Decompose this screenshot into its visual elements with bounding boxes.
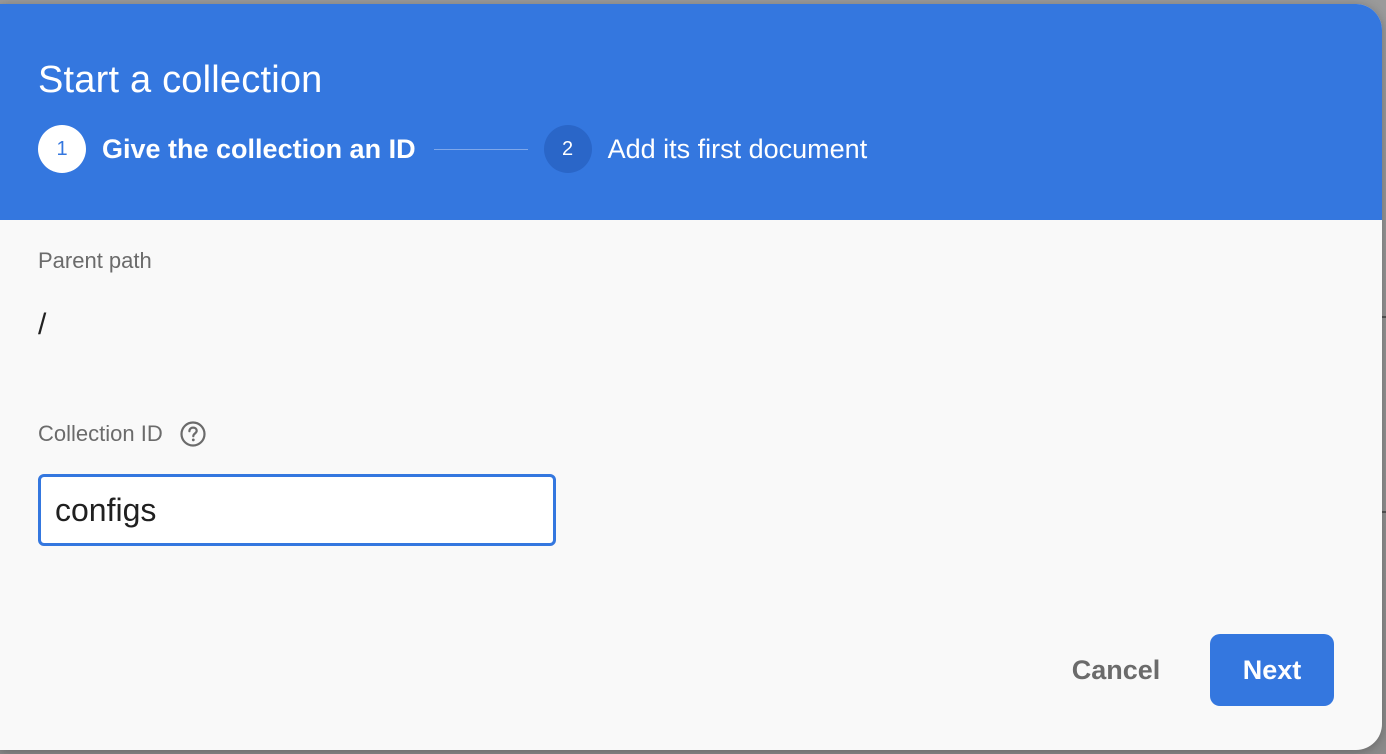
parent-path-label: Parent path [38, 248, 152, 273]
start-collection-dialog: Start a collection 1 Give the collection… [0, 4, 1382, 750]
parent-path-value: / [38, 308, 47, 341]
collection-id-input[interactable] [38, 474, 556, 546]
help-circle-icon[interactable] [179, 420, 207, 448]
cancel-button[interactable]: Cancel [1050, 634, 1182, 706]
backdrop-edge-mark [1382, 316, 1386, 318]
step-connector [433, 148, 528, 150]
stepper: 1 Give the collection an ID 2 Add its fi… [38, 125, 867, 173]
step-1-number: 1 [38, 125, 86, 173]
collection-id-label-row: Collection ID [38, 420, 207, 448]
backdrop-edge-mark [1382, 511, 1386, 513]
dialog-body: Parent path / Collection ID Cancel Next [0, 220, 1382, 750]
step-1-label: Give the collection an ID [102, 133, 416, 164]
dialog-header: Start a collection 1 Give the collection… [0, 4, 1382, 220]
next-button[interactable]: Next [1210, 634, 1334, 706]
collection-id-label: Collection ID [38, 421, 163, 446]
step-2-label: Add its first document [607, 133, 868, 164]
dialog-title: Start a collection [38, 59, 323, 101]
step-2-number: 2 [543, 125, 592, 173]
